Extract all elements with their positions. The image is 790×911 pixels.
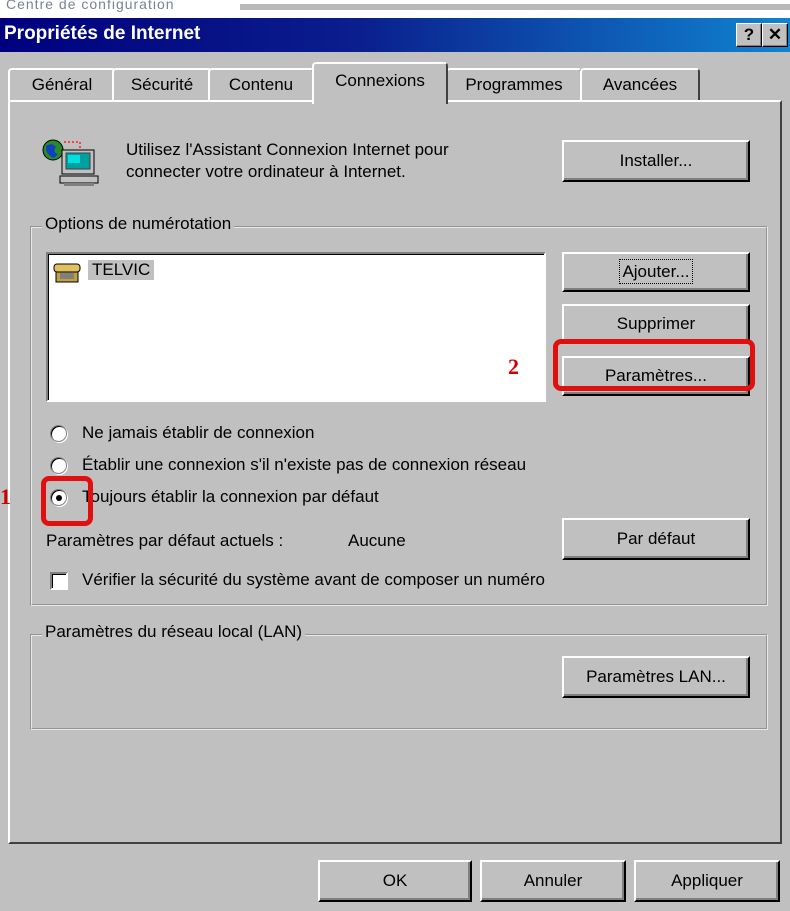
annotation-marker-1: 1: [0, 484, 11, 509]
tab-avancees[interactable]: Avancées: [580, 68, 700, 102]
tab-programmes[interactable]: Programmes: [446, 68, 582, 102]
window-title: Propriétés de Internet: [4, 23, 201, 44]
ok-button[interactable]: OK: [318, 860, 472, 902]
highlight-always-connect-radio: [41, 476, 93, 526]
security-check-label[interactable]: Vérifier la sécurité du système avant de…: [82, 570, 545, 590]
remove-button[interactable]: Supprimer: [562, 304, 750, 344]
background-window-title: Centre de configuration: [6, 0, 175, 12]
set-default-button[interactable]: Par défaut: [562, 518, 750, 560]
default-settings-label: Paramètres par défaut actuels :: [46, 531, 284, 550]
list-item-telvic[interactable]: TELVIC: [88, 260, 155, 280]
radio-always-connect-label[interactable]: Toujours établir la connexion par défaut: [82, 487, 379, 507]
title-bar: Propriétés de Internet ? ✕: [0, 18, 790, 52]
apply-button[interactable]: Appliquer: [634, 860, 780, 902]
highlight-settings-button: [553, 339, 755, 391]
background-window-strip: Centre de configuration: [0, 0, 790, 18]
lan-settings-label: Paramètres du réseau local (LAN): [42, 622, 306, 642]
tab-securite[interactable]: Sécurité: [112, 68, 212, 102]
add-button[interactable]: Ajouter...: [562, 252, 750, 292]
annotation-marker-2: 2: [508, 354, 519, 379]
cancel-button[interactable]: Annuler: [480, 860, 626, 902]
wizard-text-line2: connecter votre ordinateur à Internet.: [126, 162, 406, 181]
security-check-checkbox[interactable]: [50, 572, 68, 590]
default-settings-value: Aucune: [348, 531, 406, 550]
dialup-options-label: Options de numérotation: [42, 214, 235, 234]
tab-contenu[interactable]: Contenu: [208, 68, 314, 102]
tab-general[interactable]: Général: [8, 68, 116, 102]
radio-never-connect-label[interactable]: Ne jamais établir de connexion: [82, 423, 314, 443]
dialup-connection-icon: [52, 260, 82, 284]
wizard-text-line1: Utilisez l'Assistant Connexion Internet …: [126, 140, 449, 159]
radio-never-connect[interactable]: [50, 425, 67, 442]
install-button[interactable]: Installer...: [562, 140, 750, 182]
background-window-bar: [240, 4, 790, 10]
tab-connexions[interactable]: Connexions: [312, 62, 448, 104]
radio-connect-if-no-network-label[interactable]: Établir une connexion s'il n'existe pas …: [82, 455, 526, 475]
help-button[interactable]: ?: [736, 23, 762, 47]
close-button[interactable]: ✕: [762, 23, 788, 47]
network-computer-icon: [40, 138, 104, 188]
lan-settings-button[interactable]: Paramètres LAN...: [562, 656, 750, 698]
add-button-label: Ajouter...: [619, 259, 693, 284]
connections-list[interactable]: TELVIC: [46, 252, 546, 402]
radio-connect-if-no-network[interactable]: [50, 457, 67, 474]
